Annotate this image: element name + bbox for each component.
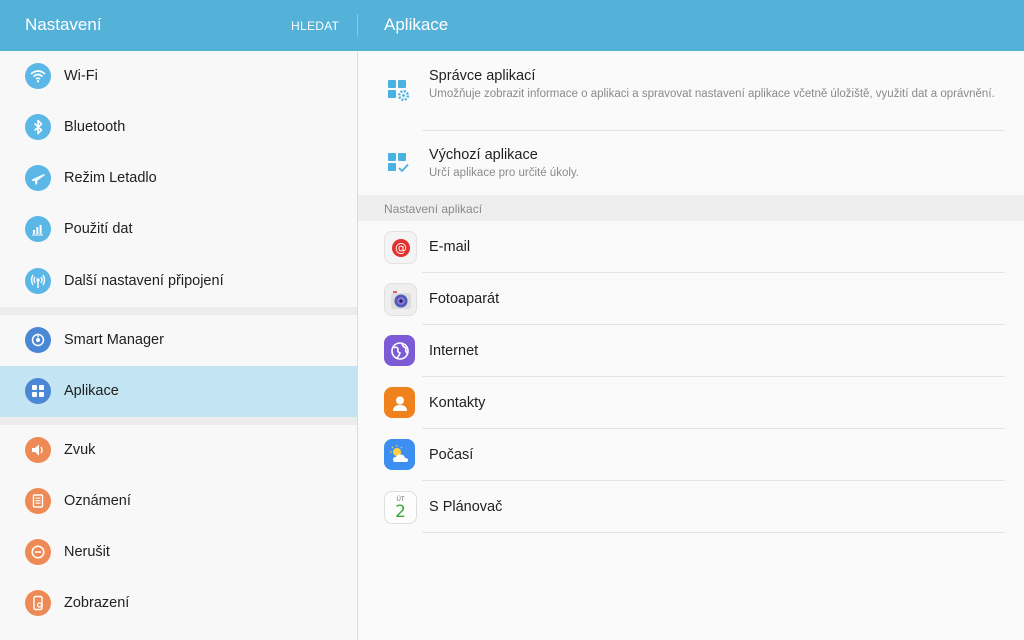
sidebar-item-notifications[interactable]: Oznámení bbox=[0, 476, 357, 527]
wifi-icon bbox=[25, 63, 51, 89]
section-header-label: Nastavení aplikací bbox=[384, 202, 483, 216]
default-apps-icon bbox=[386, 151, 414, 179]
sidebar-item-airplane-mode[interactable]: Režim Letadlo bbox=[0, 153, 357, 204]
sidebar-item-label: Režim Letadlo bbox=[64, 170, 157, 186]
section-separator bbox=[0, 307, 357, 315]
apps-settings-pane: Správce aplikací Umožňuje zobrazit infor… bbox=[358, 51, 1024, 640]
sidebar-item-label: Wi-Fi bbox=[64, 68, 98, 84]
section-header: Nastavení aplikací bbox=[358, 195, 1024, 221]
sidebar-item-label: Další nastavení připojení bbox=[64, 273, 224, 289]
row-divider bbox=[422, 532, 1005, 533]
calendar-icon-date: 2 bbox=[395, 501, 406, 522]
internet-icon bbox=[384, 335, 415, 366]
sidebar-item-apps[interactable]: Aplikace bbox=[0, 366, 357, 417]
sidebar-item-label: Bluetooth bbox=[64, 119, 126, 135]
calendar-icon: ÚT 2 bbox=[384, 491, 417, 524]
app-label: Fotoaparát bbox=[429, 291, 500, 307]
sidebar-item-more-connections[interactable]: Další nastavení připojení bbox=[0, 255, 357, 307]
app-manager-title: Správce aplikací bbox=[429, 68, 536, 84]
notifications-icon bbox=[25, 488, 51, 514]
sidebar-item-label: Smart Manager bbox=[64, 332, 164, 348]
app-label: Počasí bbox=[429, 447, 474, 463]
sidebar-item-display[interactable]: Zobrazení bbox=[0, 578, 357, 629]
apps-icon bbox=[25, 378, 51, 404]
search-button[interactable]: HLEDAT bbox=[291, 19, 339, 33]
app-manager-item[interactable]: Správce aplikací Umožňuje zobrazit infor… bbox=[358, 51, 1024, 131]
sound-icon bbox=[25, 437, 51, 463]
sidebar-item-label: Zobrazení bbox=[64, 595, 130, 611]
app-manager-description: Umožňuje zobrazit informace o aplikaci a… bbox=[429, 88, 995, 100]
airplane-icon bbox=[25, 165, 51, 191]
email-icon: @ bbox=[384, 231, 417, 264]
sidebar-item-sound[interactable]: Zvuk bbox=[0, 425, 357, 476]
app-manager-icon bbox=[386, 78, 414, 106]
data-usage-icon bbox=[25, 216, 51, 242]
sidebar-item-label: Oznámení bbox=[64, 493, 131, 509]
app-label: S Plánovač bbox=[429, 499, 503, 515]
display-icon bbox=[25, 590, 51, 616]
settings-title: Nastavení bbox=[25, 15, 102, 34]
camera-icon bbox=[384, 283, 417, 316]
sidebar-item-do-not-disturb[interactable]: Nerušit bbox=[0, 527, 357, 578]
sidebar-item-data-usage[interactable]: Použití dat bbox=[0, 204, 357, 255]
header-divider bbox=[357, 14, 358, 37]
page-title: Aplikace bbox=[384, 15, 449, 34]
app-label: E-mail bbox=[429, 239, 471, 255]
contacts-icon bbox=[384, 387, 415, 418]
app-item-internet[interactable]: Internet bbox=[358, 325, 1024, 377]
settings-sidebar: Wi-Fi Bluetooth Režim Letadlo Použití da… bbox=[0, 51, 357, 640]
top-app-bar: Nastavení HLEDAT Aplikace bbox=[0, 0, 1024, 51]
connections-icon bbox=[25, 268, 51, 294]
sidebar-item-wifi[interactable]: Wi-Fi bbox=[0, 51, 357, 102]
app-item-weather[interactable]: Počasí bbox=[358, 429, 1024, 481]
bluetooth-icon bbox=[25, 114, 51, 140]
app-label: Kontakty bbox=[429, 395, 486, 411]
default-apps-title: Výchozí aplikace bbox=[429, 147, 538, 163]
app-item-contacts[interactable]: Kontakty bbox=[358, 377, 1024, 429]
sidebar-item-label: Nerušit bbox=[64, 544, 110, 560]
sidebar-item-label: Zvuk bbox=[64, 442, 96, 458]
do-not-disturb-icon bbox=[25, 539, 51, 565]
default-apps-description: Určí aplikace pro určité úkoly. bbox=[429, 167, 579, 179]
app-item-email[interactable]: @ E-mail bbox=[358, 221, 1024, 273]
sidebar-item-label: Aplikace bbox=[64, 383, 119, 399]
sidebar-item-label: Použití dat bbox=[64, 221, 133, 237]
app-item-camera[interactable]: Fotoaparát bbox=[358, 273, 1024, 325]
sidebar-item-bluetooth[interactable]: Bluetooth bbox=[0, 102, 357, 153]
sidebar-item-smart-manager[interactable]: Smart Manager bbox=[0, 315, 357, 366]
svg-text:@: @ bbox=[395, 241, 407, 255]
app-item-s-planner[interactable]: ÚT 2 S Plánovač bbox=[358, 481, 1024, 533]
section-separator bbox=[0, 417, 357, 425]
weather-icon bbox=[384, 439, 415, 470]
app-label: Internet bbox=[429, 343, 479, 359]
smart-manager-icon bbox=[25, 327, 51, 353]
default-apps-item[interactable]: Výchozí aplikace Určí aplikace pro určit… bbox=[358, 131, 1024, 195]
